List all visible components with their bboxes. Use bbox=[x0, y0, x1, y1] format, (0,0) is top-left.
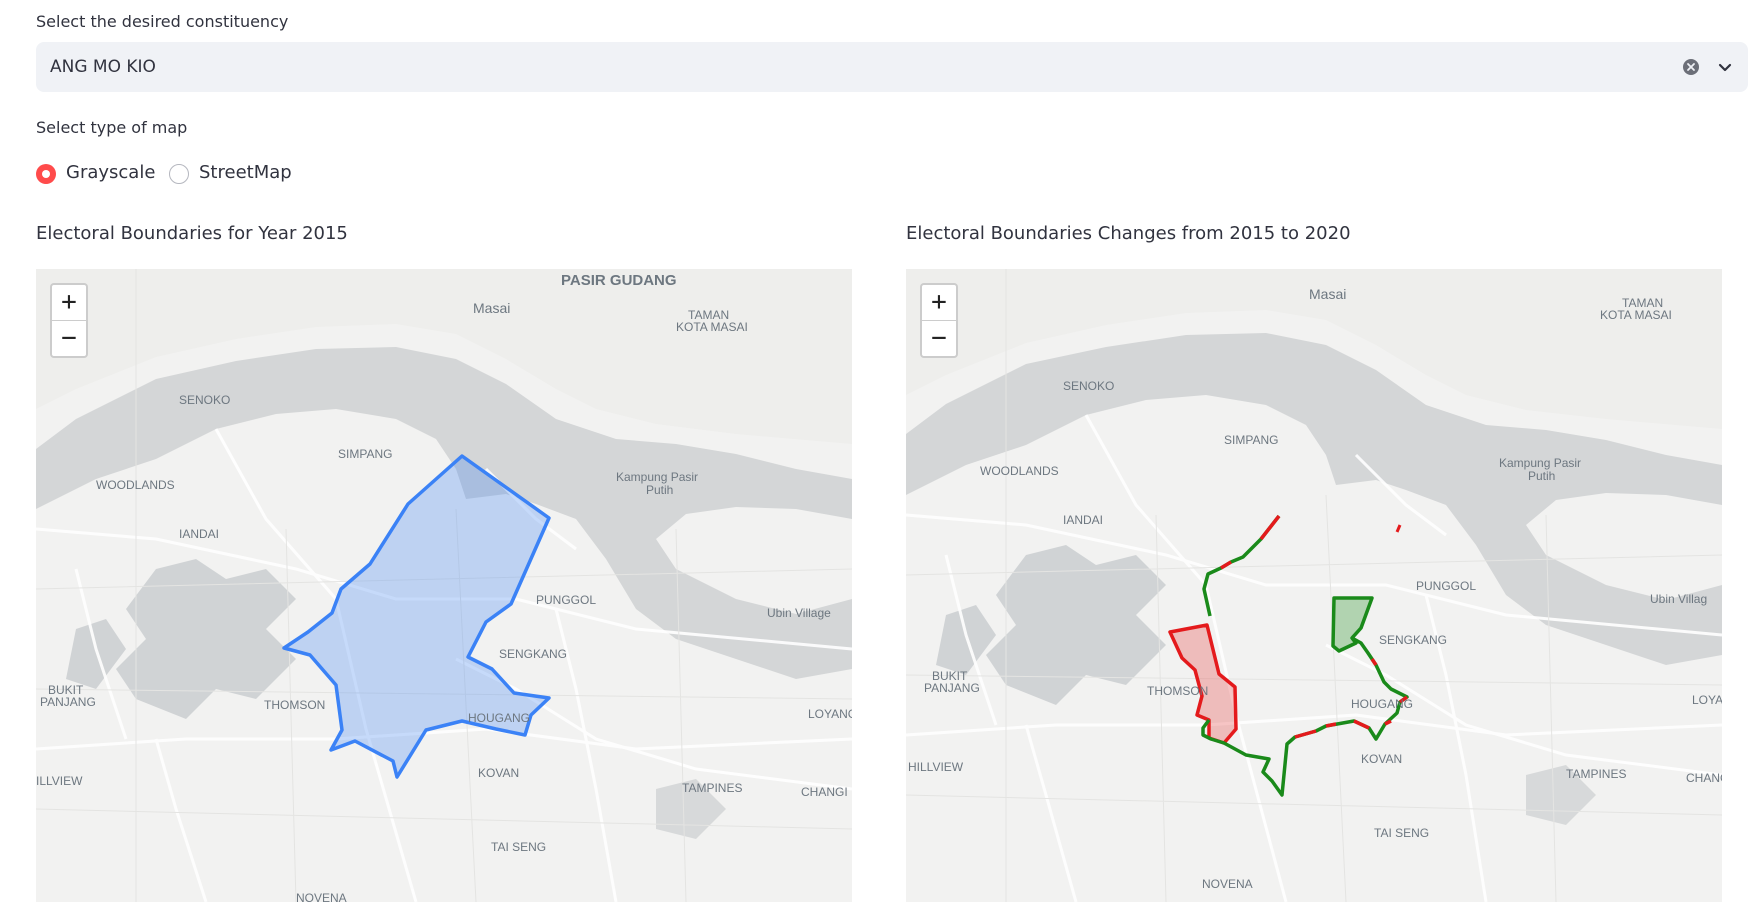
place-label: PASIR GUDANG bbox=[561, 272, 677, 289]
place-label: WOODLANDS bbox=[96, 478, 175, 492]
place-label: Kampung Pasir bbox=[616, 470, 698, 484]
place-label: PUNGGOL bbox=[1416, 579, 1476, 593]
zoom-in-button[interactable]: + bbox=[922, 285, 956, 321]
place-label: Ubin Villag bbox=[1650, 592, 1707, 606]
zoom-control: + − bbox=[920, 283, 958, 358]
place-label: Kampung Pasir bbox=[1499, 456, 1581, 470]
place-label: WOODLANDS bbox=[980, 464, 1059, 478]
chevron-down-icon[interactable] bbox=[1716, 58, 1734, 76]
place-label: SENGKANG bbox=[499, 647, 567, 661]
radio-grayscale[interactable]: Grayscale bbox=[36, 162, 156, 186]
place-label: CHANGI bbox=[801, 785, 848, 799]
place-label: Masai bbox=[1309, 286, 1346, 302]
place-label: LOYA bbox=[1692, 693, 1722, 707]
place-label: Ubin Village bbox=[767, 606, 831, 620]
constituency-value: ANG MO KIO bbox=[50, 57, 156, 77]
zoom-in-button[interactable]: + bbox=[52, 285, 86, 321]
left-map[interactable]: PASIR GUDANG Masai TAMAN KOTA MASAI SENO… bbox=[36, 269, 852, 902]
right-map[interactable]: Masai TAMAN KOTA MASAI SENOKO SIMPANG WO… bbox=[906, 269, 1722, 902]
radio-grayscale-label: Grayscale bbox=[66, 162, 156, 183]
radio-unselected-icon bbox=[169, 164, 189, 184]
place-label: Masai bbox=[473, 300, 510, 316]
place-label: PANJANG bbox=[40, 695, 96, 709]
right-map-title: Electoral Boundaries Changes from 2015 t… bbox=[906, 223, 1351, 244]
left-map-title: Electoral Boundaries for Year 2015 bbox=[36, 223, 348, 244]
zoom-out-button[interactable]: − bbox=[52, 321, 86, 356]
place-label: KOVAN bbox=[478, 766, 519, 780]
clear-icon[interactable] bbox=[1682, 58, 1700, 76]
place-label: PUNGGOL bbox=[536, 593, 596, 607]
place-label: CHANG bbox=[1686, 771, 1722, 785]
place-label: HOUGANG bbox=[468, 711, 530, 725]
place-label: TAMPINES bbox=[1566, 767, 1626, 781]
place-label: TAI SENG bbox=[1374, 826, 1429, 840]
place-label: HOUGANG bbox=[1351, 697, 1413, 711]
place-label: LOYANG bbox=[808, 707, 852, 721]
radio-streetmap-label: StreetMap bbox=[199, 162, 292, 183]
place-label: PANJANG bbox=[924, 681, 980, 695]
place-label: SIMPANG bbox=[1224, 433, 1278, 447]
place-label: TAI SENG bbox=[491, 840, 546, 854]
map-type-label: Select type of map bbox=[36, 118, 188, 137]
radio-streetmap[interactable]: StreetMap bbox=[169, 162, 299, 186]
place-label: HILLVIEW bbox=[908, 760, 964, 774]
zoom-out-button[interactable]: − bbox=[922, 321, 956, 356]
place-label: SENGKANG bbox=[1379, 633, 1447, 647]
radio-selected-icon bbox=[36, 164, 56, 184]
place-label: KOTA MASAI bbox=[1600, 308, 1672, 322]
zoom-control: + − bbox=[50, 283, 88, 358]
constituency-label: Select the desired constituency bbox=[36, 12, 289, 31]
place-label: NOVENA bbox=[1202, 877, 1253, 891]
place-label: THOMSON bbox=[264, 698, 325, 712]
place-label: SIMPANG bbox=[338, 447, 392, 461]
place-label: Putih bbox=[1528, 469, 1555, 483]
place-label: KOVAN bbox=[1361, 752, 1402, 766]
place-label: THOMSON bbox=[1147, 684, 1208, 698]
place-label: IANDAI bbox=[1063, 513, 1103, 527]
place-label: Putih bbox=[646, 483, 673, 497]
constituency-select[interactable]: ANG MO KIO bbox=[36, 42, 1748, 92]
place-label: ILLVIEW bbox=[36, 774, 83, 788]
place-label: IANDAI bbox=[179, 527, 219, 541]
place-label: KOTA MASAI bbox=[676, 320, 748, 334]
place-label: TAMPINES bbox=[682, 781, 742, 795]
place-label: NOVENA bbox=[296, 891, 347, 902]
place-label: SENOKO bbox=[1063, 379, 1114, 393]
place-label: SENOKO bbox=[179, 393, 230, 407]
